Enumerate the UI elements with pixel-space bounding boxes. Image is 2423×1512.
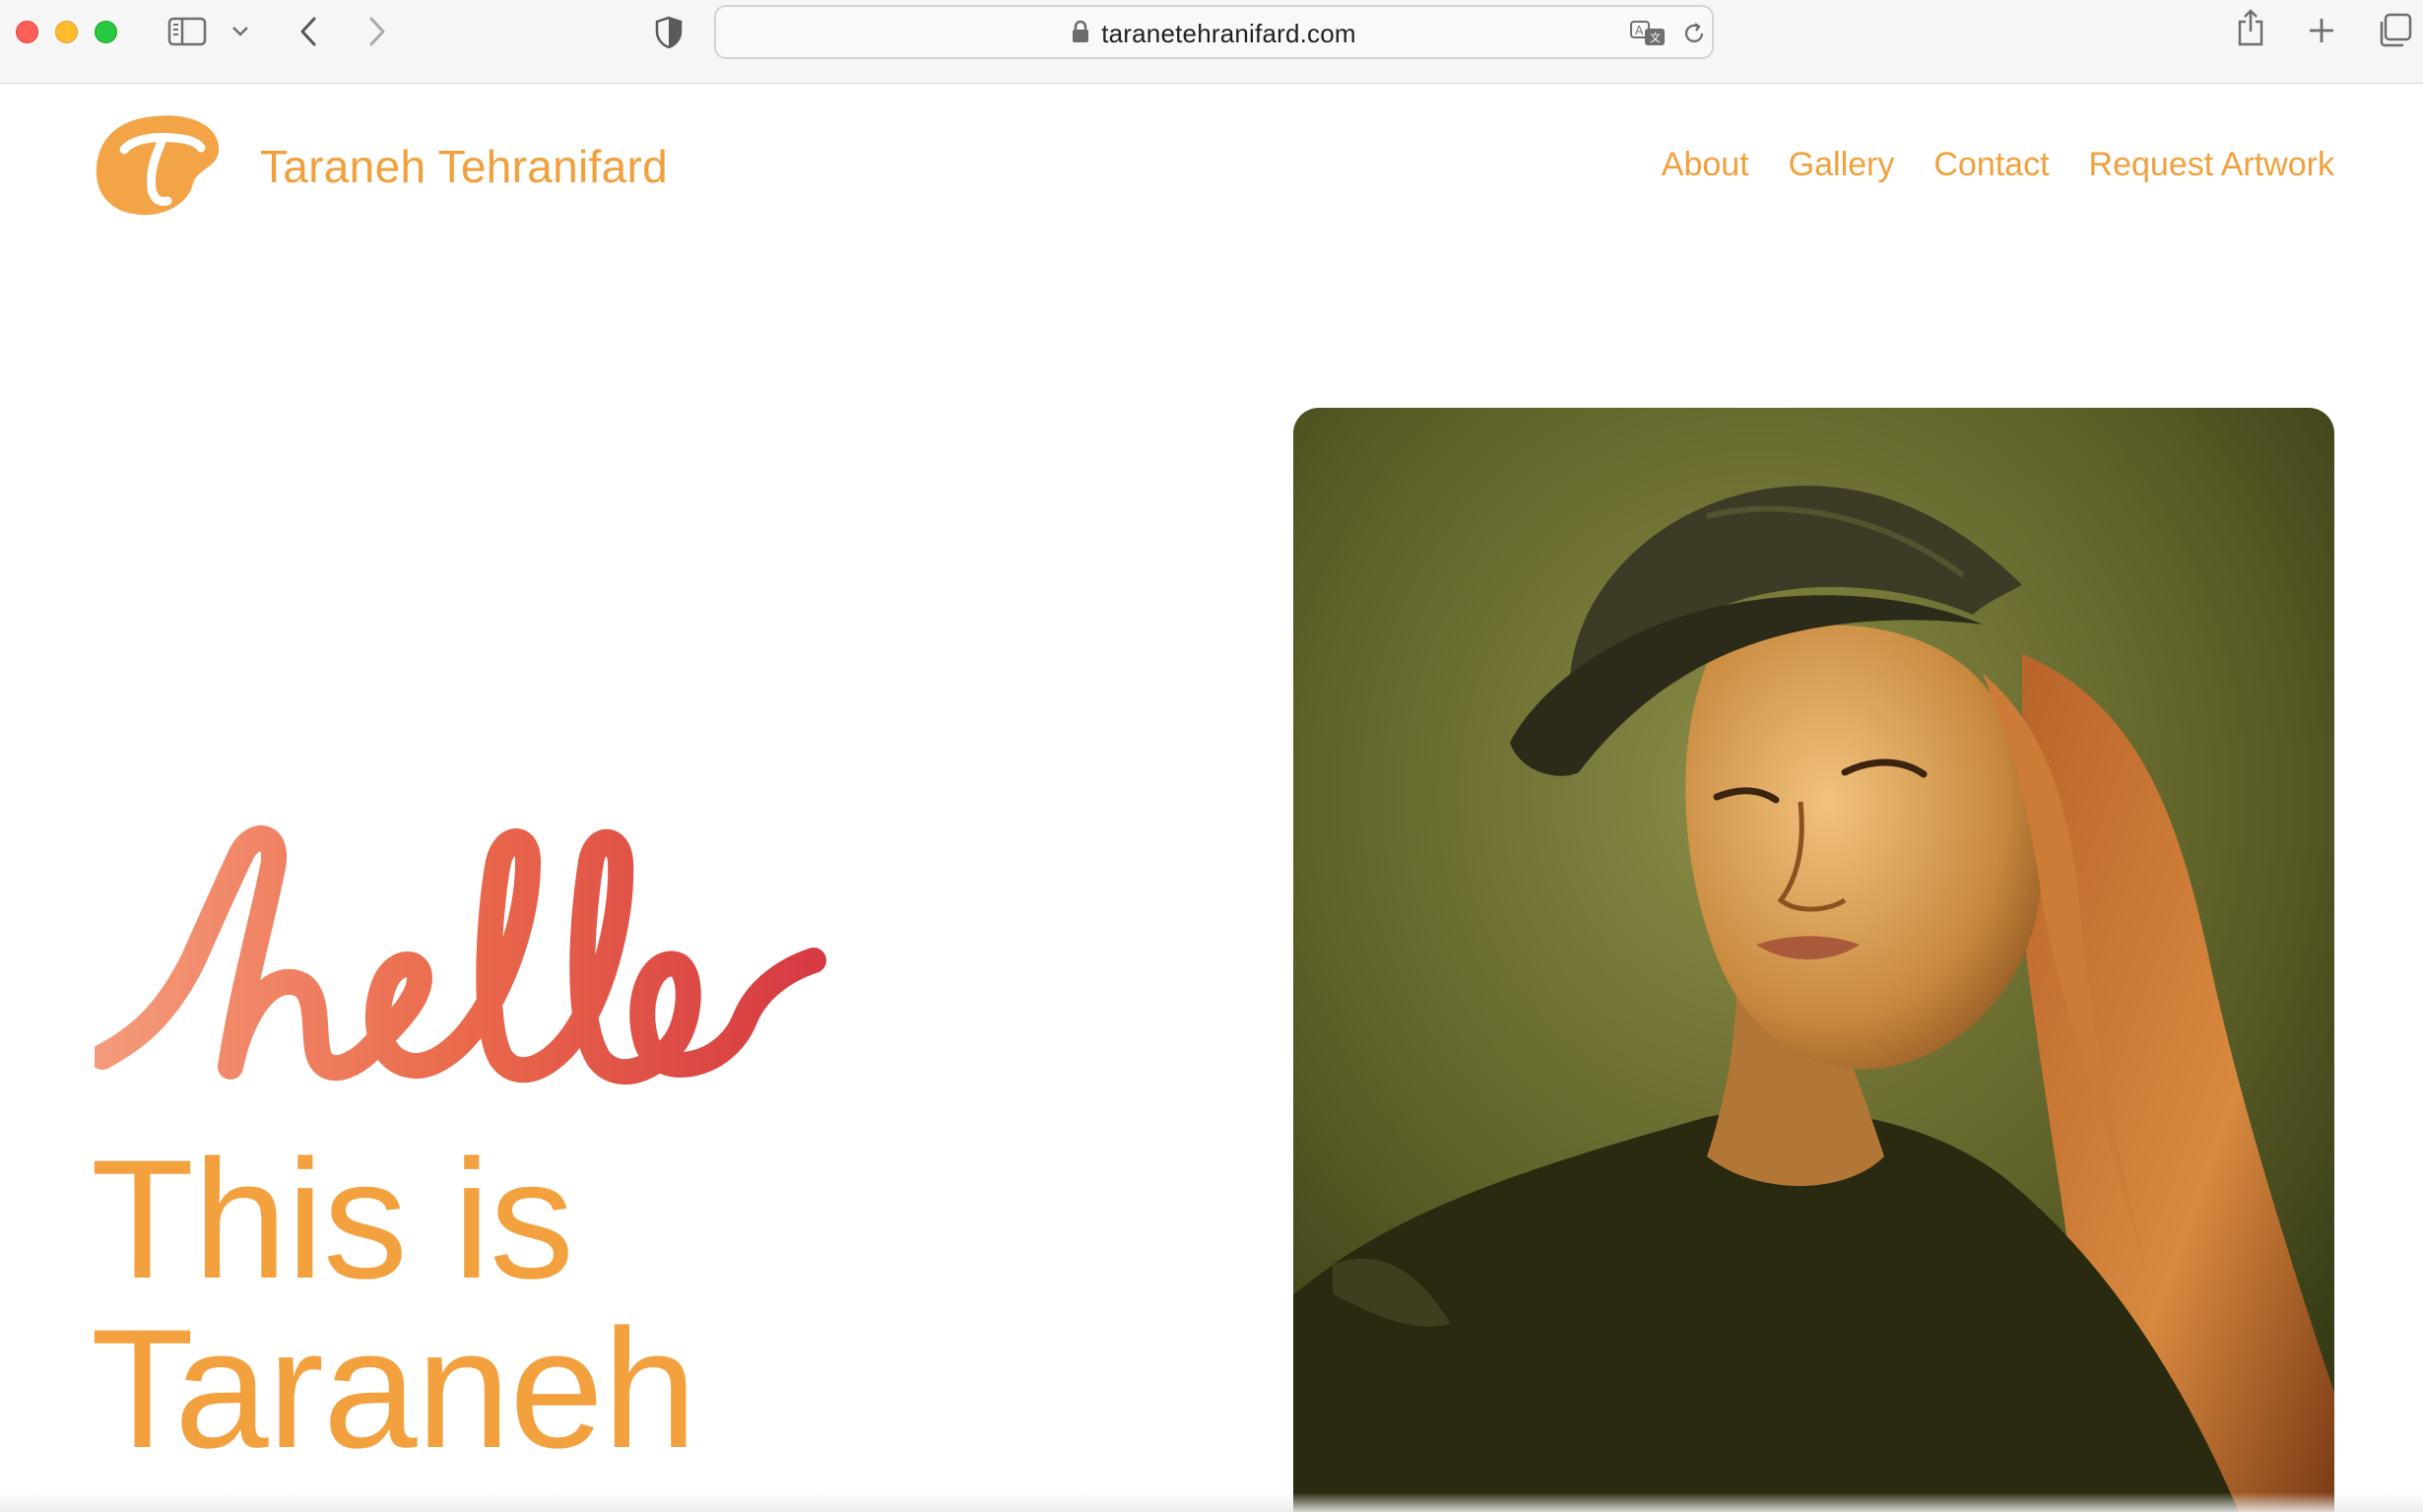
- svg-text:A: A: [1635, 24, 1644, 37]
- minimize-window-button[interactable]: [55, 21, 78, 43]
- forward-arrow-icon[interactable]: [360, 12, 394, 51]
- nav-contact[interactable]: Contact: [1933, 146, 2049, 184]
- address-bar[interactable]: taranetehranifard.com A 文: [714, 5, 1714, 59]
- nav-about[interactable]: About: [1662, 146, 1749, 184]
- privacy-shield-icon[interactable]: [652, 14, 686, 51]
- lock-icon: [1072, 20, 1089, 48]
- reload-icon[interactable]: [1679, 19, 1709, 48]
- site-logo[interactable]: [95, 112, 221, 219]
- url-text: taranetehranifard.com: [1101, 19, 1356, 48]
- portrait-photo: [1293, 408, 2334, 1512]
- chevron-down-icon[interactable]: [229, 20, 252, 43]
- bottom-edge: [0, 1492, 2423, 1512]
- plus-icon[interactable]: [2305, 14, 2338, 47]
- headline-line-2: Taraneh: [91, 1294, 697, 1483]
- sidebar-icon[interactable]: [165, 14, 209, 49]
- headline-line-1: This is: [91, 1125, 574, 1314]
- nav-gallery[interactable]: Gallery: [1789, 146, 1895, 184]
- translate-icon[interactable]: A 文: [1628, 19, 1668, 48]
- share-icon[interactable]: [2234, 6, 2267, 49]
- svg-text:文: 文: [1650, 31, 1661, 44]
- close-window-button[interactable]: [16, 21, 38, 43]
- hero-headline: This is Taraneh: [91, 1125, 697, 1483]
- site-header: Taraneh Tehranifard About Gallery Contac…: [0, 85, 2423, 252]
- nav-request-artwork[interactable]: Request Artwork: [2089, 146, 2334, 184]
- main-nav: About Gallery Contact Request Artwork: [1662, 146, 2334, 184]
- site-name[interactable]: Taraneh Tehranifard: [260, 140, 668, 193]
- browser-toolbar: taranetehranifard.com A 文: [0, 0, 2423, 84]
- hello-script-graphic: [90, 822, 873, 1098]
- tab-overview-icon[interactable]: [2376, 12, 2413, 49]
- back-arrow-icon[interactable]: [292, 12, 325, 51]
- zoom-window-button[interactable]: [95, 21, 117, 43]
